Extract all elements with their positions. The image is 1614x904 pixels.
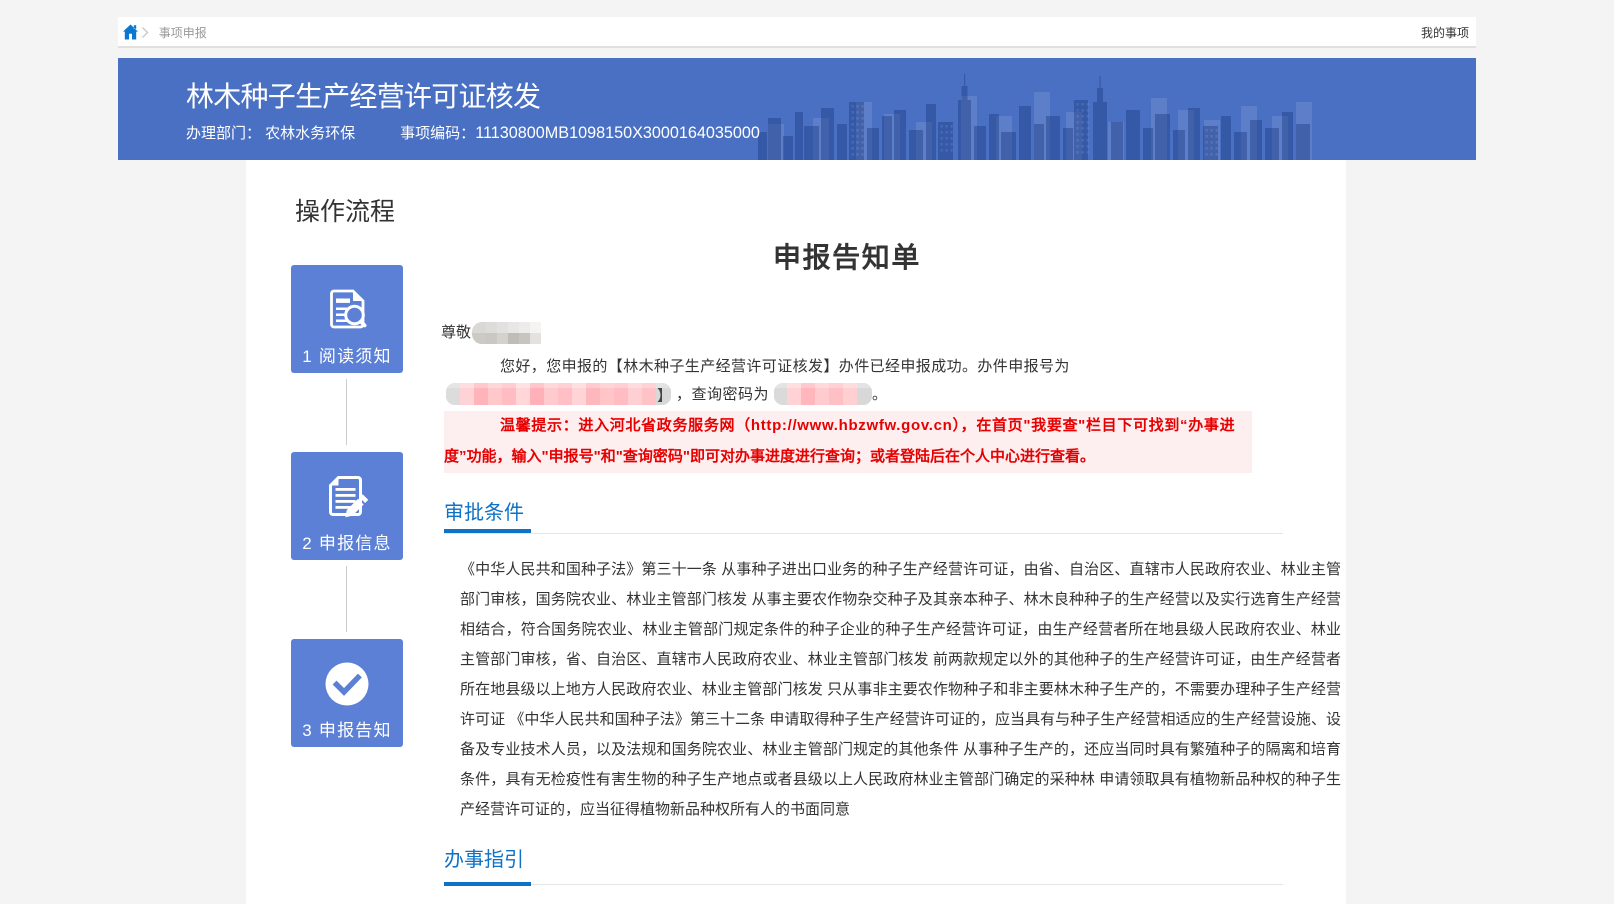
svg-text:】: 】 [657,388,671,405]
